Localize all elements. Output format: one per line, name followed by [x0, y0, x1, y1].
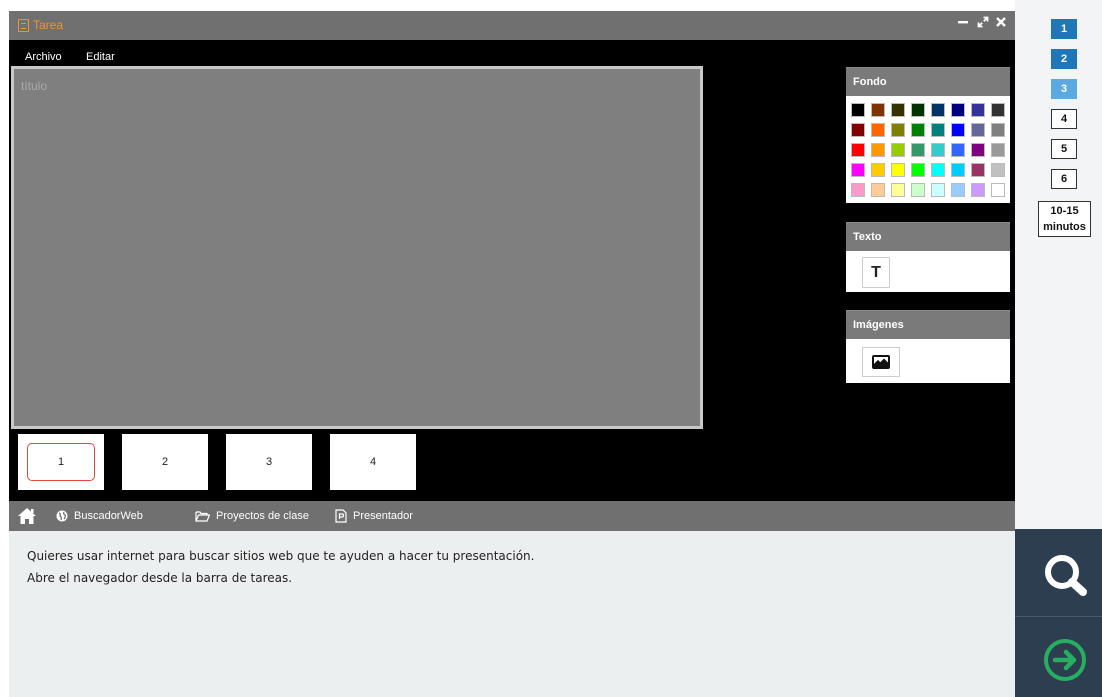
color-swatch[interactable] [891, 123, 905, 137]
color-swatch[interactable] [991, 103, 1005, 117]
taskbar-projects[interactable]: Proyectos de clase [195, 501, 309, 531]
color-swatch[interactable] [931, 163, 945, 177]
color-swatch[interactable] [931, 183, 945, 197]
next-step-button[interactable] [1015, 617, 1102, 697]
step-indicator-5[interactable]: 5 [1051, 139, 1077, 159]
background-panel-title: Fondo [846, 67, 1010, 96]
color-swatch[interactable] [991, 163, 1005, 177]
slide-thumbnail-label: 3 [265, 456, 273, 468]
color-swatch[interactable] [851, 103, 865, 117]
step-indicator-1[interactable]: 1 [1051, 19, 1077, 39]
time-estimate: 10-15 minutos [1038, 201, 1091, 237]
color-swatch[interactable] [951, 103, 965, 117]
instructions-panel: Quieres usar internet para buscar sitios… [9, 531, 1015, 697]
color-swatch[interactable] [911, 163, 925, 177]
color-swatch[interactable] [871, 183, 885, 197]
slide-thumbnail-label: 2 [161, 456, 169, 468]
presentation-file-icon [335, 509, 347, 523]
background-panel: Fondo [846, 67, 1010, 203]
color-swatch[interactable] [851, 143, 865, 157]
color-swatch[interactable] [971, 143, 985, 157]
color-swatch[interactable] [991, 183, 1005, 197]
document-icon [18, 19, 29, 32]
slide-thumbnail-1[interactable]: 1 [18, 434, 104, 490]
search-icon [1045, 555, 1087, 596]
image-icon [872, 355, 890, 369]
color-swatch[interactable] [891, 103, 905, 117]
color-swatch[interactable] [931, 103, 945, 117]
step-indicator-3[interactable]: 3 [1051, 79, 1077, 99]
color-swatch[interactable] [911, 123, 925, 137]
color-swatch[interactable] [911, 183, 925, 197]
text-tool-button[interactable]: T [862, 257, 890, 288]
taskbar-projects-label: Proyectos de clase [216, 510, 309, 522]
color-swatch[interactable] [951, 143, 965, 157]
slide-thumbnail-3[interactable]: 3 [226, 434, 312, 490]
home-icon [18, 508, 36, 524]
time-estimate-range: 10-15 [1050, 205, 1079, 217]
images-panel: Imágenes [846, 310, 1010, 383]
window-titlebar[interactable]: Tarea [9, 11, 1015, 40]
menu-archivo[interactable]: Archivo [25, 51, 62, 63]
color-swatch[interactable] [931, 143, 945, 157]
slide-thumbnail-2[interactable]: 2 [122, 434, 208, 490]
minimize-icon[interactable] [955, 15, 971, 33]
menu-bar: Archivo Editar [9, 40, 1015, 66]
color-swatch[interactable] [891, 163, 905, 177]
color-swatch[interactable] [851, 163, 865, 177]
color-swatch[interactable] [951, 123, 965, 137]
color-swatch[interactable] [911, 143, 925, 157]
step-indicator-2[interactable]: 2 [1051, 49, 1077, 69]
color-swatch[interactable] [851, 183, 865, 197]
text-panel: Texto T [846, 222, 1010, 292]
color-swatch[interactable] [971, 183, 985, 197]
color-swatch[interactable] [991, 143, 1005, 157]
folder-open-icon [195, 511, 210, 522]
color-swatch[interactable] [891, 183, 905, 197]
step-indicator-6[interactable]: 6 [1051, 169, 1077, 189]
color-swatch[interactable] [871, 123, 885, 137]
arrow-right-circle-icon [1044, 639, 1086, 681]
color-swatch[interactable] [971, 103, 985, 117]
step-indicator-4[interactable]: 4 [1051, 109, 1077, 129]
slide-title-placeholder[interactable]: título [21, 79, 47, 93]
expand-icon[interactable] [975, 15, 991, 33]
window-title: Tarea [33, 18, 64, 32]
taskbar: BuscadorWeb Proyectos de clase Presentad… [9, 501, 1015, 531]
taskbar-browser-label: BuscadorWeb [74, 510, 143, 522]
instruction-line-1: Quieres usar internet para buscar sitios… [27, 549, 535, 563]
search-button[interactable] [1015, 529, 1102, 616]
close-icon[interactable] [993, 15, 1009, 33]
slide-thumbnail-label: 4 [369, 456, 377, 468]
color-swatch[interactable] [951, 163, 965, 177]
color-swatch[interactable] [891, 143, 905, 157]
color-swatch[interactable] [871, 163, 885, 177]
color-swatch[interactable] [971, 123, 985, 137]
color-swatch[interactable] [991, 123, 1005, 137]
slide-thumbnail-label: 1 [27, 443, 95, 481]
insert-image-button[interactable] [862, 347, 900, 377]
menu-editar[interactable]: Editar [86, 51, 115, 63]
slide-thumbnail-4[interactable]: 4 [330, 434, 416, 490]
color-swatch[interactable] [951, 183, 965, 197]
color-swatch[interactable] [971, 163, 985, 177]
color-swatch[interactable] [911, 103, 925, 117]
color-swatch[interactable] [871, 143, 885, 157]
instruction-line-2: Abre el navegador desde la barra de tare… [27, 571, 293, 585]
color-swatch[interactable] [851, 123, 865, 137]
time-estimate-unit: minutos [1043, 221, 1086, 233]
home-button[interactable] [17, 501, 43, 531]
images-panel-title: Imágenes [846, 310, 1010, 339]
progress-sidebar: 1 2 3 4 5 6 10-15 minutos [1015, 0, 1102, 529]
taskbar-presenter-label: Presentador [353, 510, 413, 522]
color-swatch[interactable] [931, 123, 945, 137]
color-swatch[interactable] [871, 103, 885, 117]
text-panel-title: Texto [846, 222, 1010, 251]
slide-canvas[interactable]: título [11, 66, 703, 429]
taskbar-browser[interactable]: BuscadorWeb [56, 501, 143, 531]
taskbar-presenter[interactable]: Presentador [335, 501, 413, 531]
globe-icon [56, 510, 68, 522]
